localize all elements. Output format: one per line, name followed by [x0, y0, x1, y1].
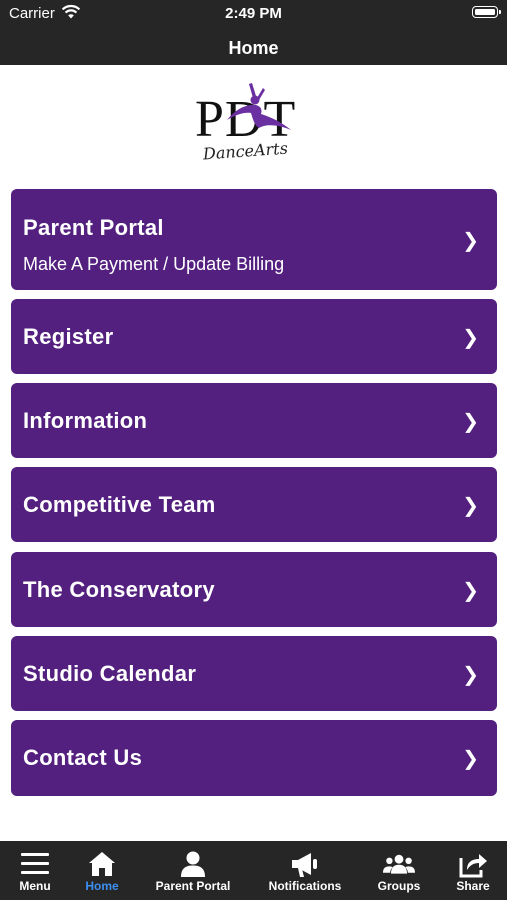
menu-button-label: The Conservatory — [23, 577, 215, 602]
top-bar: Carrier 2:49 PM Home — [0, 0, 507, 65]
pdt-dance-arts-logo: PDT DanceArts — [195, 83, 295, 164]
tab-label: Menu — [19, 879, 51, 893]
menu-button-label: Competitive Team — [23, 492, 216, 517]
tab-label: Home — [85, 879, 119, 893]
person-icon — [181, 851, 205, 877]
chevron-right-icon: ❯ — [462, 748, 479, 770]
status-bar: Carrier 2:49 PM — [0, 0, 507, 30]
chevron-right-icon: ❯ — [462, 664, 479, 686]
tab-menu[interactable]: Menu — [0, 841, 70, 900]
menu-button-label: Contact Us — [23, 745, 143, 770]
menu-button-information[interactable]: Information ❯ — [11, 383, 497, 458]
battery-icon — [472, 6, 501, 18]
chevron-right-icon: ❯ — [462, 230, 479, 252]
group-icon — [383, 854, 415, 874]
page-title: Home — [228, 38, 279, 58]
menu-button-competitive-team[interactable]: Competitive Team ❯ — [11, 467, 497, 542]
menu-button-contact-us[interactable]: Contact Us ❯ — [11, 720, 497, 796]
clock: 2:49 PM — [225, 5, 282, 22]
tab-label: Parent Portal — [155, 879, 231, 893]
tab-parent-portal[interactable]: Parent Portal — [145, 841, 241, 900]
hamburger-icon — [21, 853, 49, 874]
share-icon — [459, 854, 487, 878]
tab-label: Share — [456, 879, 490, 893]
tab-groups[interactable]: Groups — [368, 841, 430, 900]
tab-notifications[interactable]: Notifications — [258, 841, 352, 900]
menu-button-label: Register — [23, 324, 114, 349]
tab-label: Notifications — [268, 879, 342, 893]
tab-label: Groups — [377, 879, 421, 893]
menu-button-sublabel: Make A Payment / Update Billing — [23, 254, 285, 274]
tab-home[interactable]: Home — [70, 841, 134, 900]
menu-button-parent-portal[interactable]: Parent Portal Make A Payment / Update Bi… — [11, 189, 497, 290]
menu-button-label: Studio Calendar — [23, 661, 197, 686]
menu-button-label: Information — [23, 408, 148, 433]
tab-share[interactable]: Share — [443, 841, 503, 900]
menu-button-studio-calendar[interactable]: Studio Calendar ❯ — [11, 636, 497, 711]
chevron-right-icon: ❯ — [462, 327, 479, 349]
chevron-right-icon: ❯ — [462, 411, 479, 433]
chevron-right-icon: ❯ — [462, 580, 479, 602]
chevron-right-icon: ❯ — [462, 495, 479, 517]
menu-button-the-conservatory[interactable]: The Conservatory ❯ — [11, 552, 497, 627]
menu-button-register[interactable]: Register ❯ — [11, 299, 497, 374]
home-icon — [89, 852, 115, 876]
menu-button-label: Parent Portal — [23, 215, 164, 240]
megaphone-icon — [292, 853, 317, 877]
tab-bar: Menu Home Parent Portal Notifications Gr… — [0, 841, 507, 900]
